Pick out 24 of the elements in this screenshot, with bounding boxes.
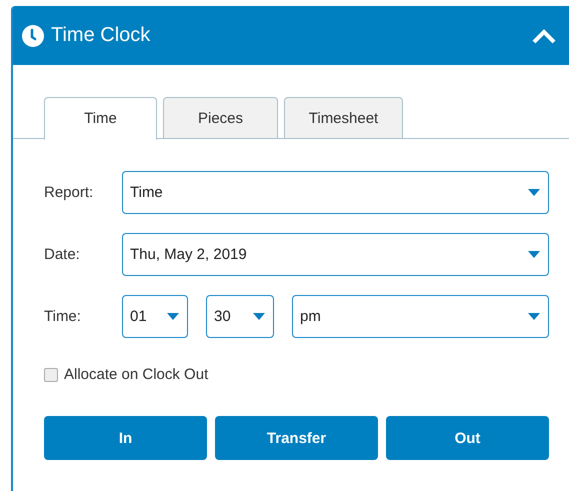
tab[interactable]: Pieces <box>163 97 278 139</box>
caret-icon <box>253 313 265 320</box>
caret-icon <box>528 189 540 196</box>
dropdown[interactable]: pm <box>292 295 549 338</box>
field-label: Time: <box>44 308 82 325</box>
caret-icon <box>167 313 179 320</box>
dropdown[interactable]: Thu, May 2, 2019 <box>122 233 549 276</box>
dropdown[interactable]: 01 <box>122 295 188 338</box>
panel-title: Time Clock <box>51 24 152 47</box>
dropdown[interactable]: Time <box>122 171 549 214</box>
field-label: Report: <box>44 184 94 201</box>
checkbox-label: Allocate on Clock Out <box>64 366 208 383</box>
tab[interactable]: Timesheet <box>284 97 403 139</box>
field-label: Date: <box>44 246 81 263</box>
action-button[interactable]: In <box>44 416 207 460</box>
collapse-icon[interactable] <box>531 28 557 44</box>
clock-icon <box>21 24 45 48</box>
caret-icon <box>528 313 540 320</box>
caret-icon <box>528 251 540 258</box>
action-button[interactable]: Transfer <box>215 416 378 460</box>
action-button[interactable]: Out <box>386 416 549 460</box>
dropdown[interactable]: 30 <box>206 295 274 338</box>
tab[interactable]: Time <box>44 97 157 140</box>
checkbox[interactable] <box>44 368 58 382</box>
